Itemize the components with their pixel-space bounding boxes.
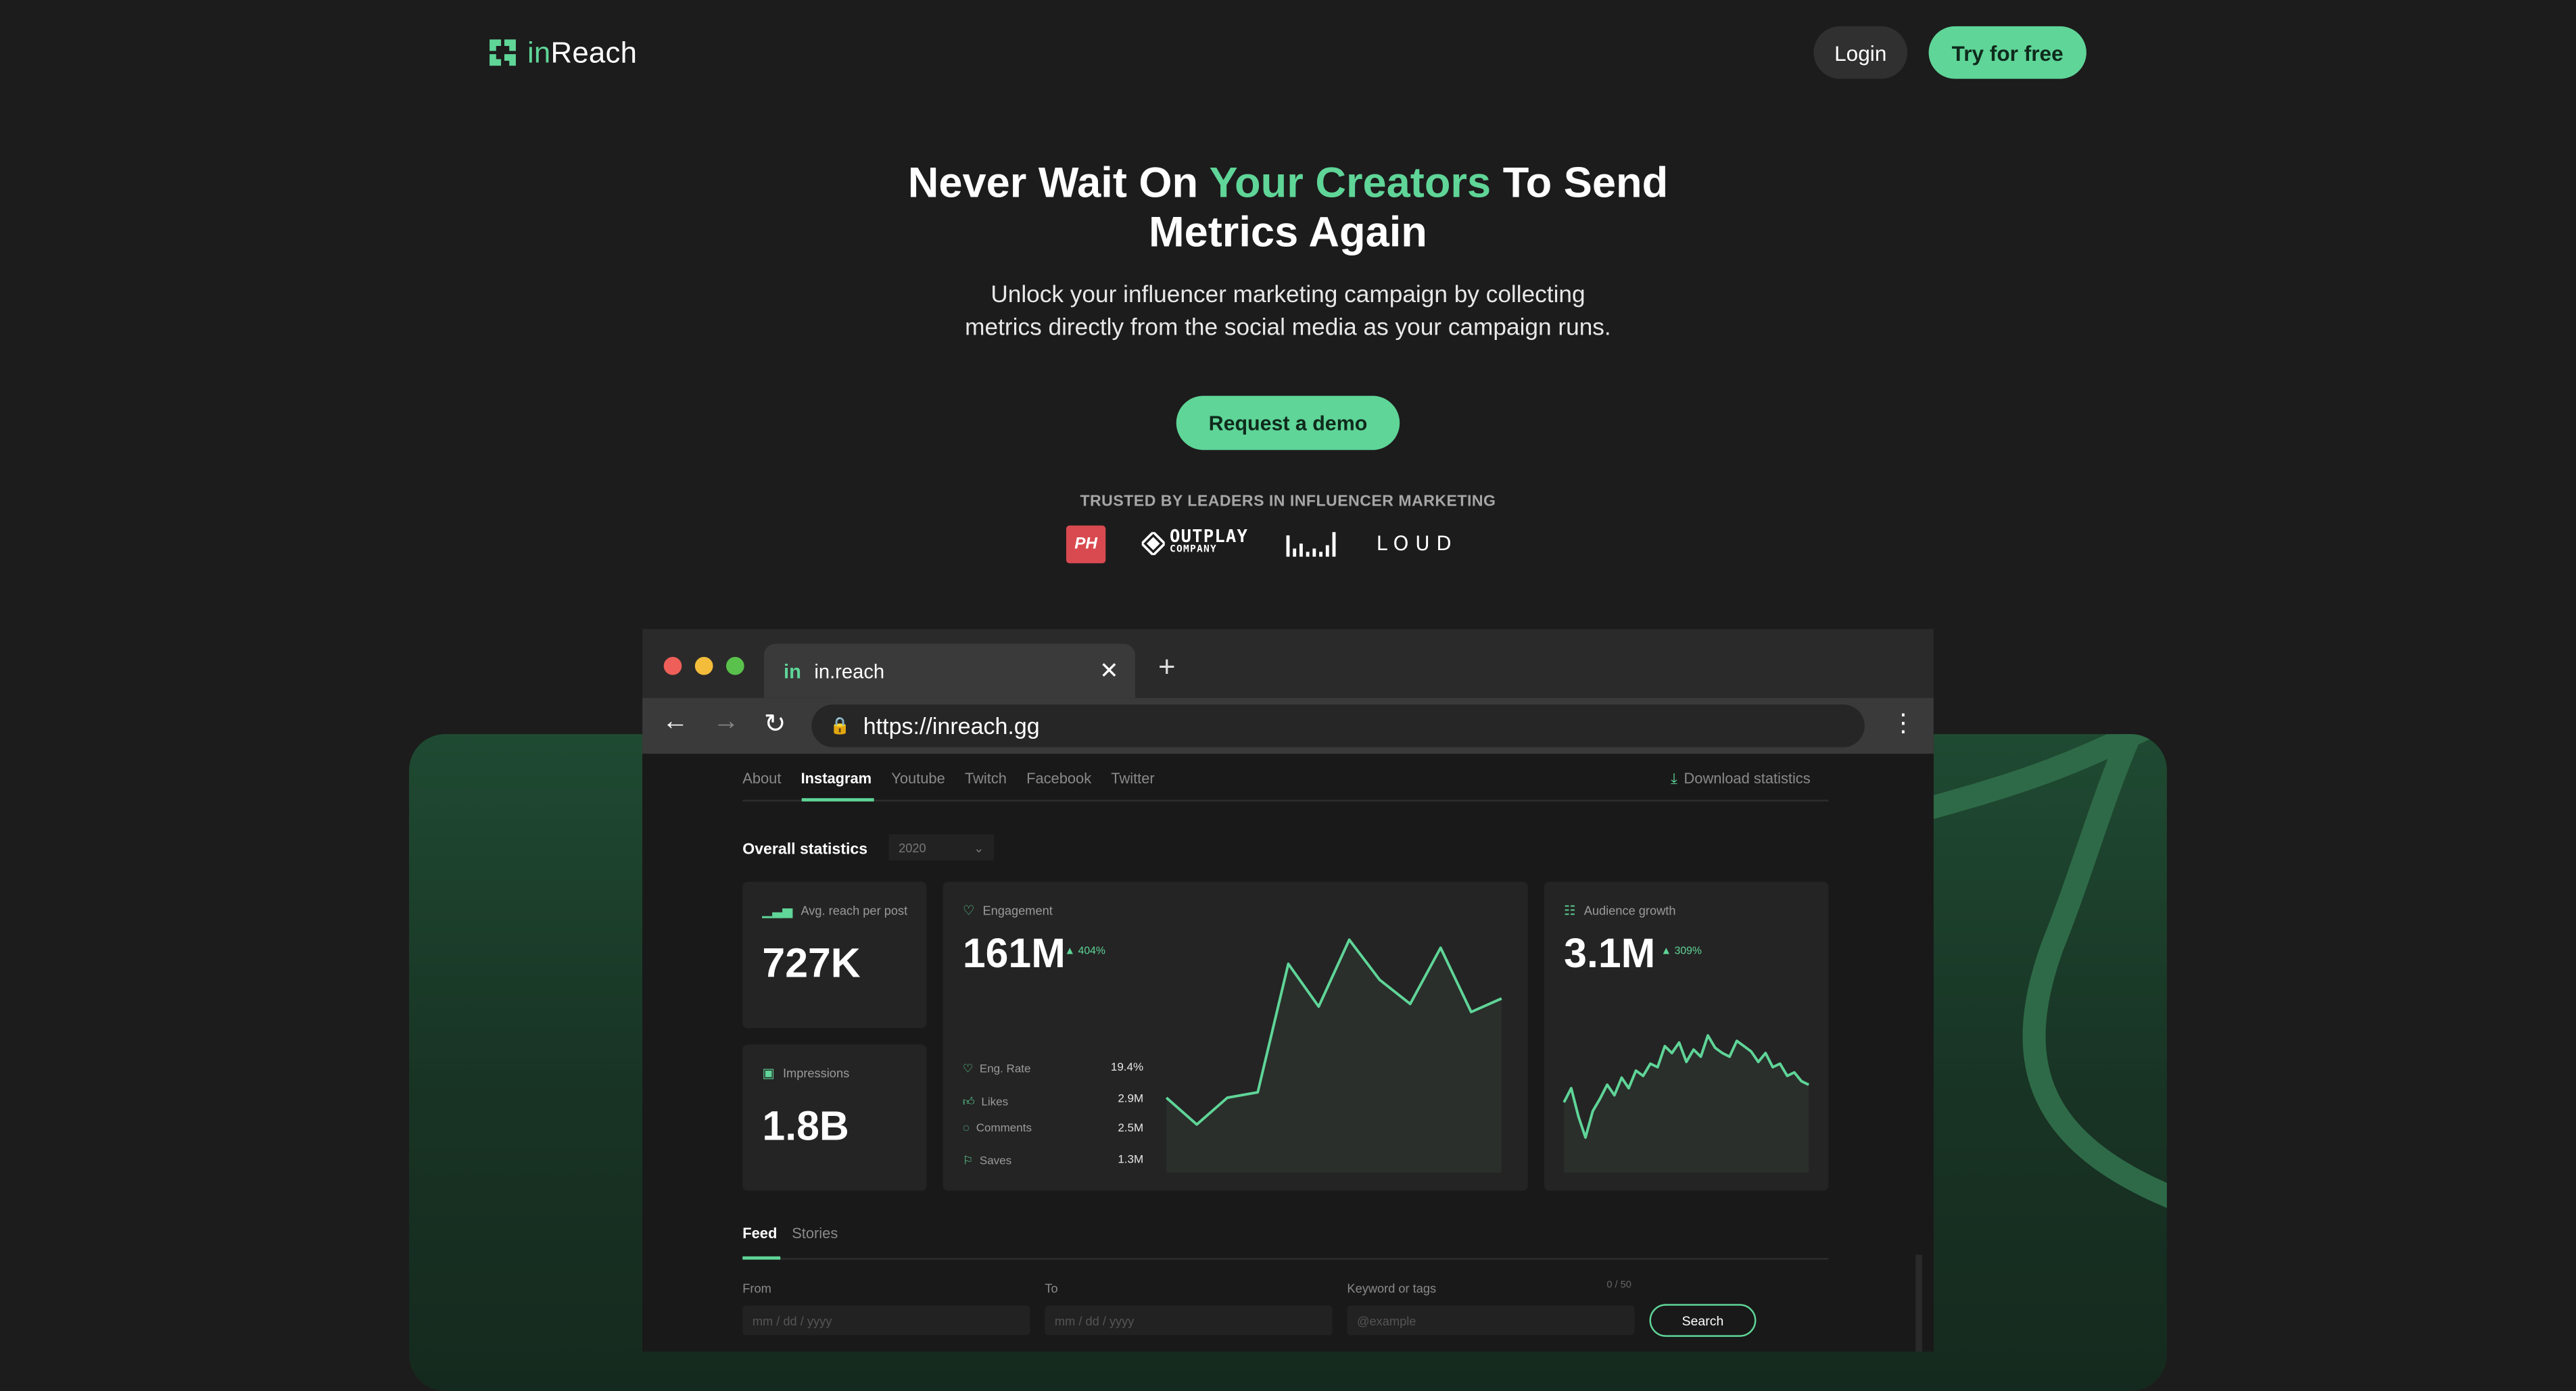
heart-icon: ♡ bbox=[963, 903, 974, 918]
overall-statistics-label: Overall statistics bbox=[742, 841, 867, 859]
url-text: https://inreach.gg bbox=[863, 713, 1040, 739]
to-date-input[interactable]: mm / dd / yyyy bbox=[1045, 1306, 1332, 1336]
engagement-chart bbox=[1166, 905, 1502, 1173]
favicon-icon: in bbox=[784, 660, 801, 683]
loud-logo: LOUD bbox=[1377, 532, 1458, 555]
close-window-dot[interactable] bbox=[664, 657, 682, 675]
saves-row: ⚐Saves1.3M bbox=[963, 1154, 1143, 1167]
keyword-char-count: 0 / 50 bbox=[1606, 1281, 1631, 1291]
browser-window: in in.reach ✕ + ← → ↻ 🔒 https://inreach.… bbox=[642, 629, 1934, 1352]
lock-icon: 🔒 bbox=[830, 717, 850, 735]
impressions-value: 1.8B bbox=[762, 1104, 849, 1151]
tabs-divider bbox=[742, 800, 1828, 801]
tab-title: in.reach bbox=[814, 660, 1099, 683]
address-bar[interactable]: 🔒 https://inreach.gg bbox=[811, 704, 1865, 747]
image-icon: ▣ bbox=[762, 1066, 774, 1081]
likes-row: 👍︎Likes2.9M bbox=[963, 1094, 1143, 1108]
hero-title-accent: Your Creators bbox=[1210, 157, 1492, 207]
ph-logo: PH bbox=[1066, 524, 1105, 562]
maximize-window-dot[interactable] bbox=[726, 657, 744, 675]
search-button[interactable]: Search bbox=[1650, 1304, 1757, 1337]
tab-instagram[interactable]: Instagram bbox=[801, 771, 872, 787]
trusted-by-label: TRUSTED BY LEADERS IN INFLUENCER MARKETI… bbox=[959, 493, 1617, 511]
comment-icon: ◌ bbox=[963, 1123, 970, 1135]
close-tab-icon[interactable]: ✕ bbox=[1099, 657, 1119, 685]
hero-title: Never Wait On Your Creators To Send Metr… bbox=[878, 157, 1699, 256]
active-tab-indicator bbox=[802, 798, 874, 801]
audience-growth-card: ☷Audience growth 3.1M ▲ 309% bbox=[1544, 882, 1828, 1191]
feed-divider bbox=[742, 1258, 1828, 1259]
equalizer-brand-logo-icon bbox=[1285, 531, 1341, 557]
from-date-input[interactable]: mm / dd / yyyy bbox=[742, 1306, 1030, 1336]
heart-icon: ♡ bbox=[963, 1065, 973, 1076]
feed-tabs: Feed Stories bbox=[742, 1225, 838, 1242]
keyword-label: Keyword or tags bbox=[1347, 1281, 1436, 1296]
download-statistics-link[interactable]: ⤓Download statistics bbox=[1671, 771, 1811, 789]
audience-value: 3.1M bbox=[1564, 931, 1655, 979]
logo-wordmark: inReach bbox=[527, 35, 637, 70]
keyword-input[interactable]: @example bbox=[1347, 1306, 1634, 1336]
scrollbar[interactable] bbox=[1915, 1254, 1922, 1351]
browser-menu-icon[interactable]: ⋮ bbox=[1891, 708, 1915, 737]
browser-tab[interactable]: in in.reach ✕ bbox=[764, 643, 1135, 698]
engagement-delta: ▲ 404% bbox=[1065, 946, 1105, 958]
users-icon: ☷ bbox=[1564, 903, 1575, 918]
platform-tabs: About Instagram Youtube Twitch Facebook … bbox=[742, 771, 1154, 787]
request-demo-button[interactable]: Request a demo bbox=[1176, 396, 1400, 450]
engagement-card: ♡Engagement 161M ▲ 404% ♡Eng. Rate19.4% … bbox=[943, 882, 1528, 1191]
inreach-logo-icon bbox=[488, 38, 518, 68]
outplay-logo: OUTPLAY COMPANY bbox=[1142, 531, 1248, 557]
logo[interactable]: inReach bbox=[488, 34, 638, 70]
browser-toolbar: ← → ↻ 🔒 https://inreach.gg ⋮ bbox=[642, 698, 1934, 754]
tab-feed[interactable]: Feed bbox=[742, 1225, 777, 1242]
audience-area bbox=[1564, 1035, 1809, 1173]
back-icon[interactable]: ← bbox=[662, 708, 688, 737]
from-label: From bbox=[742, 1281, 771, 1296]
to-label: To bbox=[1045, 1281, 1057, 1296]
new-tab-icon[interactable]: + bbox=[1158, 650, 1176, 685]
login-button[interactable]: Login bbox=[1813, 26, 1907, 79]
reload-icon[interactable]: ↻ bbox=[764, 708, 786, 741]
brand-logos: PH OUTPLAY COMPANY LOUD bbox=[1066, 524, 1458, 563]
avg-reach-value: 727K bbox=[762, 941, 860, 988]
dashboard-page: About Instagram Youtube Twitch Facebook … bbox=[642, 754, 1934, 1351]
tab-stories[interactable]: Stories bbox=[792, 1225, 838, 1242]
audience-delta: ▲ 309% bbox=[1661, 946, 1702, 958]
tab-twitter[interactable]: Twitter bbox=[1111, 771, 1154, 787]
hero-subtitle: Unlock your influencer marketing campaig… bbox=[959, 279, 1617, 345]
feed-active-indicator bbox=[742, 1256, 780, 1259]
tab-about[interactable]: About bbox=[742, 771, 781, 787]
tab-youtube[interactable]: Youtube bbox=[891, 771, 945, 787]
comments-row: ◌Comments2.5M bbox=[963, 1123, 1143, 1135]
tab-facebook[interactable]: Facebook bbox=[1026, 771, 1091, 787]
forward-icon[interactable]: → bbox=[713, 708, 740, 737]
engagement-value: 161M bbox=[963, 931, 1066, 979]
bar-chart-icon: ▁▃▅ bbox=[762, 903, 792, 918]
chevron-down-icon: ⌄ bbox=[974, 840, 984, 855]
minimize-window-dot[interactable] bbox=[695, 657, 713, 675]
impressions-card: ▣Impressions 1.8B bbox=[742, 1044, 926, 1190]
bookmark-icon: ⚐ bbox=[963, 1156, 973, 1168]
outplay-mark-icon bbox=[1142, 532, 1165, 555]
tab-twitch[interactable]: Twitch bbox=[965, 771, 1007, 787]
download-icon: ⤓ bbox=[1671, 771, 1677, 787]
year-select[interactable]: 2020⌄ bbox=[889, 834, 995, 860]
avg-reach-card: ▁▃▅Avg. reach per post 727K bbox=[742, 882, 926, 1028]
eng-rate-row: ♡Eng. Rate19.4% bbox=[963, 1063, 1143, 1075]
try-for-free-button[interactable]: Try for free bbox=[1929, 26, 2086, 79]
browser-tabbar: in in.reach ✕ + bbox=[642, 629, 1934, 698]
audience-chart bbox=[1564, 997, 1809, 1173]
thumbs-up-icon: 👍︎ bbox=[963, 1097, 975, 1108]
